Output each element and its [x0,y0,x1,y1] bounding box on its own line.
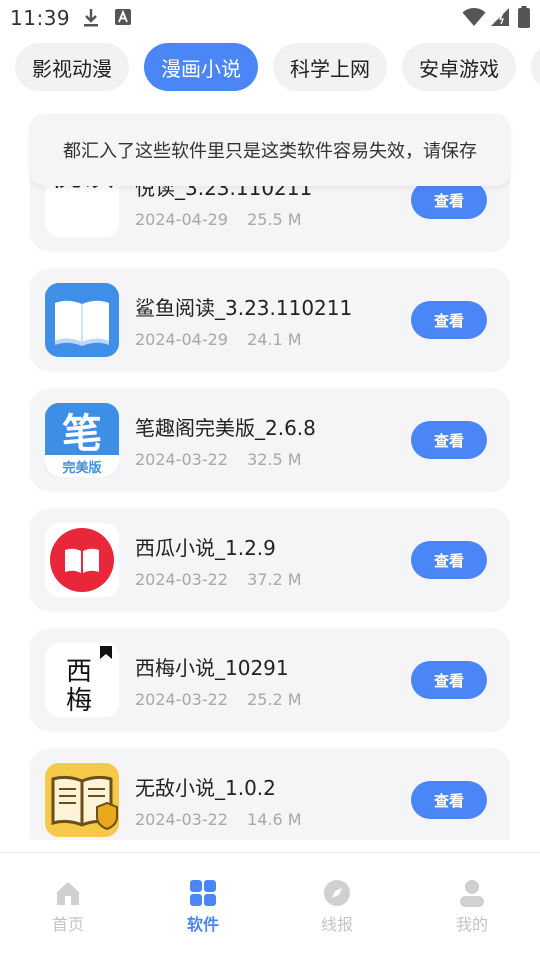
view-button[interactable]: 查看 [411,661,487,699]
app-name: 鲨鱼阅读_3.23.110211 [135,296,353,320]
nav-label: 我的 [455,915,488,934]
list-item[interactable]: 无敌小说_1.0.2 2024-03-22 14.6 M 查看 [30,748,510,840]
category-tabs: 影视动漫 漫画小说 科学上网 安卓游戏 [0,43,540,93]
list-item[interactable]: 西 梅 西梅小说_10291 2024-03-22 25.2 M 查看 [30,628,510,732]
biquge-icon: 笔 完美版 [45,403,119,477]
app-meta: 2024-03-22 14.6 M [135,810,302,829]
battery-icon [518,6,530,28]
app-size: 24.1 M [247,330,302,349]
xigua-book-icon [45,523,119,597]
wifi-icon [462,8,486,26]
app-name: 西瓜小说_1.2.9 [135,536,276,560]
list-item[interactable]: 笔 完美版 笔趣阁完美版_2.6.8 2024-03-22 32.5 M 查看 [30,388,510,492]
view-button[interactable]: 查看 [411,421,487,459]
list-item[interactable]: 西瓜小说_1.2.9 2024-03-22 37.2 M 查看 [30,508,510,612]
notification-a-icon [115,9,131,25]
home-icon [57,882,79,905]
view-button[interactable]: 查看 [411,181,487,219]
app-date: 2024-04-29 [135,330,228,349]
nav-label: 首页 [51,915,84,934]
status-bar: 11:39 [0,0,540,36]
ximei-icon: 西 梅 [45,643,119,717]
app-date: 2024-04-29 [135,210,228,229]
tab-vpn[interactable]: 科学上网 [273,43,387,91]
app-date: 2024-03-22 [135,810,228,829]
view-button[interactable]: 查看 [411,541,487,579]
app-date: 2024-03-22 [135,450,228,469]
app-meta: 2024-04-29 25.5 M [135,210,302,229]
tab-more[interactable] [531,43,540,91]
app-screen: 11:39 影视动漫 漫画小说 科学上网 安卓游戏 悦读_3.23.110211… [0,0,540,960]
nav-label: 软件 [186,915,219,934]
notice-banner: 都汇入了这些软件里只是这类软件容易失效，请保存 [30,114,510,186]
view-button[interactable]: 查看 [411,781,487,819]
app-size: 14.6 M [247,810,302,829]
svg-text:完美版: 完美版 [62,460,101,476]
app-meta: 2024-03-22 25.2 M [135,690,302,709]
list-item[interactable]: 鲨鱼阅读_3.23.110211 2024-04-29 24.1 M 查看 [30,268,510,372]
nav-deals[interactable]: 线报 [297,873,377,943]
app-name: 无敌小说_1.0.2 [135,776,276,800]
app-date: 2024-03-22 [135,570,228,589]
svg-text:笔: 笔 [62,410,102,457]
app-size: 32.5 M [247,450,302,469]
user-icon [460,880,484,907]
nav-software[interactable]: 软件 [163,873,243,943]
app-meta: 2024-03-22 32.5 M [135,450,302,469]
svg-text:西: 西 [66,657,92,687]
tab-comics-novels[interactable]: 漫画小说 [144,43,258,91]
app-name: 西梅小说_10291 [135,656,289,680]
compass-icon [324,880,350,906]
app-name: 笔趣阁完美版_2.6.8 [135,416,316,440]
svg-text:梅: 梅 [66,686,92,716]
app-meta: 2024-04-29 24.1 M [135,330,302,349]
status-time: 11:39 [10,6,71,30]
app-date: 2024-03-22 [135,690,228,709]
tab-film-anime[interactable]: 影视动漫 [15,43,129,91]
app-list: 悦读 悦读_3.23.110211 2024-04-29 25.5 M 查看 鲨… [0,110,540,840]
download-icon [84,9,98,27]
view-button[interactable]: 查看 [411,301,487,339]
app-size: 25.2 M [247,690,302,709]
app-size: 25.5 M [247,210,302,229]
shark-reader-book-icon [45,283,119,357]
apps-grid-icon [190,880,216,906]
app-meta: 2024-03-22 37.2 M [135,570,302,589]
nav-home[interactable]: 首页 [28,873,108,943]
cellular-signal-icon [491,8,509,26]
tab-android-games[interactable]: 安卓游戏 [402,43,516,91]
app-size: 37.2 M [247,570,302,589]
wudi-book-icon [45,763,119,837]
nav-mine[interactable]: 我的 [432,873,512,943]
bottom-nav: 首页 软件 线报 我的 [0,852,540,960]
nav-label: 线报 [320,915,353,934]
